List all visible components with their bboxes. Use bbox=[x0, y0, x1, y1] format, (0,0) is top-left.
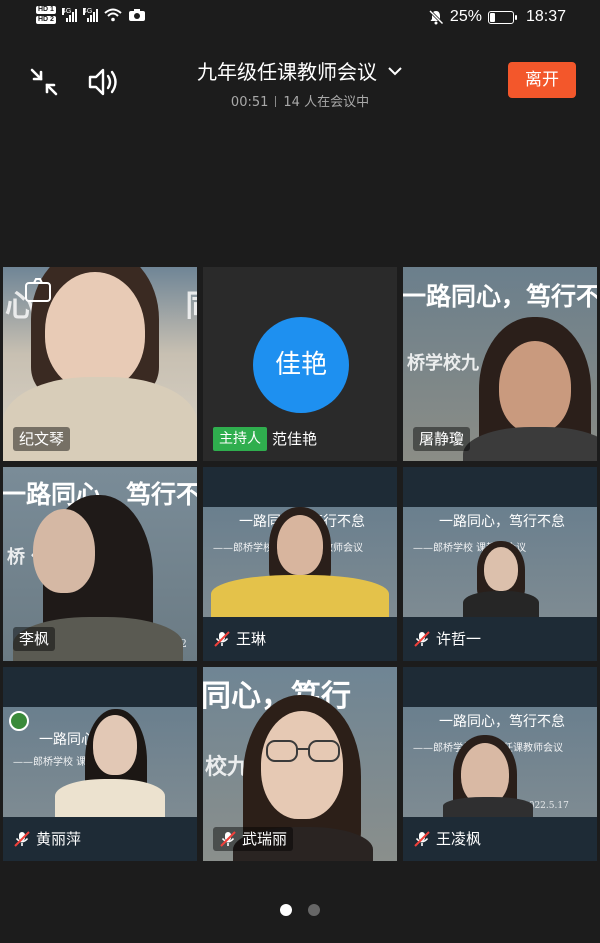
network-type-1: 4G bbox=[61, 8, 72, 15]
glasses bbox=[266, 740, 340, 762]
elapsed-time: 00:51 bbox=[230, 95, 269, 110]
video-tile-2-host[interactable]: 佳艳 主持人 范佳艳 bbox=[203, 267, 397, 461]
camera-icon bbox=[128, 9, 145, 21]
video-tile-6[interactable]: 一路同心，笃行不怠 ——郎桥学校 课教师会议 许哲一 bbox=[403, 467, 597, 661]
participant-name-tag: 黄丽萍 bbox=[13, 827, 81, 851]
participant-name: 王凌枫 bbox=[436, 830, 482, 848]
mic-muted-icon bbox=[219, 830, 237, 848]
person-face bbox=[261, 711, 343, 819]
person-body bbox=[443, 797, 533, 817]
person-body bbox=[211, 575, 389, 617]
person-face bbox=[93, 715, 137, 775]
banner-text: 一路同心，笃行不怠 bbox=[403, 282, 597, 311]
person-face bbox=[484, 547, 518, 591]
participant-name-tag: 王凌枫 bbox=[413, 827, 481, 851]
participant-name: 屠静瓊 bbox=[419, 430, 465, 448]
status-left: HD 1 HD 2 4G 4G bbox=[36, 6, 146, 24]
banner-text: 一路同心，笃行不怠 bbox=[439, 514, 565, 530]
status-right: 25% 18:37 bbox=[428, 8, 566, 26]
meeting-title-text: 九年级任课教师会议 bbox=[197, 60, 377, 84]
page-dot-1[interactable] bbox=[280, 904, 292, 916]
video-tile-7[interactable]: 一路同心 不怠 ——郎桥学校 课教师会议 黄丽萍 bbox=[3, 667, 197, 861]
participant-name: 王琳 bbox=[236, 630, 267, 648]
mute-bell-icon bbox=[428, 9, 444, 25]
divider bbox=[275, 96, 277, 107]
battery-fill bbox=[489, 12, 495, 22]
participant-name-tag: 屠静瓊 bbox=[413, 427, 471, 451]
participant-name-tag: 纪文琴 bbox=[13, 427, 71, 451]
participant-name: 许哲一 bbox=[436, 630, 482, 648]
video-tile-3[interactable]: 一路同心，笃行不怠 桥学校九 屠静瓊 bbox=[403, 267, 597, 461]
clock: 18:37 bbox=[525, 8, 566, 25]
banner-date: 2022.5.17 bbox=[523, 801, 569, 811]
host-badge: 主持人 bbox=[213, 427, 267, 451]
participant-name: 黄丽萍 bbox=[36, 830, 82, 848]
signal-icon-1: 4G bbox=[61, 8, 77, 22]
video-tile-5[interactable]: 一路同心，笃行不怠 ——郎桥学校九年级任课教师会议 王琳 bbox=[203, 467, 397, 661]
video-tile-9[interactable]: 一路同心，笃行不怠 ——郎桥学校九年级任课教师会议 2022.5.17 王凌枫 bbox=[403, 667, 597, 861]
hd-voice-icon: HD 1 HD 2 bbox=[36, 6, 56, 24]
participant-name: 纪文琴 bbox=[19, 430, 65, 448]
banner-text: 一路同心，笃行不怠 bbox=[439, 714, 565, 730]
wifi-icon bbox=[104, 8, 122, 22]
meeting-title[interactable]: 九年级任课教师会议 bbox=[197, 56, 403, 85]
participant-name-tag: 李枫 bbox=[13, 627, 56, 651]
person-face bbox=[461, 743, 509, 805]
host-avatar: 佳艳 bbox=[253, 317, 349, 413]
person-face bbox=[277, 515, 323, 575]
battery-percent: 25% bbox=[449, 8, 482, 25]
person-face bbox=[45, 272, 145, 390]
participant-name: 范佳艳 bbox=[272, 430, 318, 448]
video-tile-8[interactable]: 同心，笃行 校九 武瑞丽 bbox=[203, 667, 397, 861]
mic-muted-icon bbox=[13, 830, 31, 848]
mic-muted-icon bbox=[213, 630, 231, 648]
signal-icon-2: 4G bbox=[82, 8, 98, 22]
meeting-screen: HD 1 HD 2 4G 4G 25% 18:37 九年级任课教师会议 00:5… bbox=[0, 0, 600, 943]
participant-name-tag: 武瑞丽 bbox=[213, 827, 294, 851]
participant-count: 14 人在会议中 bbox=[283, 95, 370, 110]
network-type-2: 4G bbox=[82, 8, 93, 15]
video-tile-1[interactable]: 心 同 纪文琴 bbox=[3, 267, 197, 461]
page-dot-2[interactable] bbox=[308, 904, 320, 916]
person-face bbox=[33, 509, 95, 593]
camera-switch-icon[interactable] bbox=[23, 275, 53, 305]
mic-muted-icon bbox=[413, 630, 431, 648]
participant-name-tag: 许哲一 bbox=[413, 627, 481, 651]
participant-name-tag: 王琳 bbox=[213, 627, 266, 651]
person-body bbox=[55, 779, 165, 817]
video-tile-4[interactable]: 一路同心，笃行不怠 桥 任课教师 22.5.12 李枫 bbox=[3, 467, 197, 661]
status-bar: HD 1 HD 2 4G 4G 25% 18:37 bbox=[0, 0, 600, 40]
page-indicator bbox=[0, 904, 600, 916]
person-body bbox=[463, 591, 539, 617]
battery-icon bbox=[487, 10, 517, 24]
chevron-down-icon bbox=[388, 66, 402, 75]
person-face bbox=[499, 341, 571, 433]
participant-name: 李枫 bbox=[19, 630, 50, 648]
mic-muted-icon bbox=[413, 830, 431, 848]
school-logo bbox=[9, 711, 29, 731]
participant-name: 武瑞丽 bbox=[242, 830, 288, 848]
participant-name-tag: 主持人 范佳艳 bbox=[213, 427, 317, 451]
leave-button[interactable]: 离开 bbox=[508, 62, 576, 98]
meeting-header: 九年级任课教师会议 00:51 14 人在会议中 离开 bbox=[0, 42, 600, 122]
